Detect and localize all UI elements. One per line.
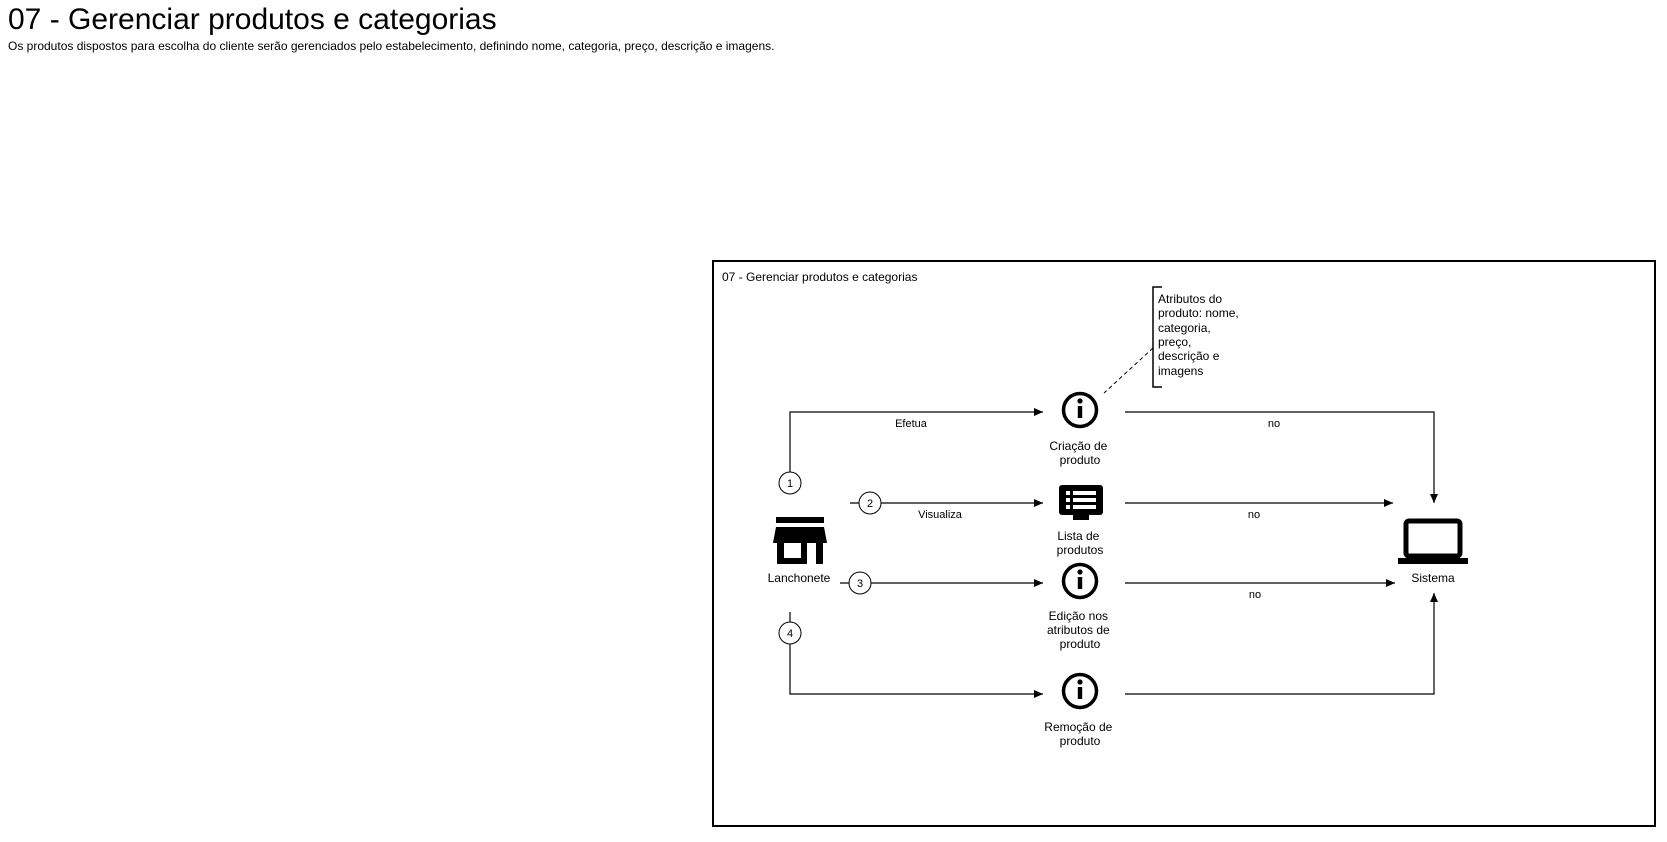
svg-text:3: 3 — [857, 578, 863, 590]
product-list-display-icon — [1059, 485, 1103, 520]
create-product-info-icon — [1061, 391, 1099, 429]
edit-product-info-icon — [1061, 562, 1099, 600]
edge-label-create-out: no — [1268, 418, 1280, 430]
annotation-connector — [1103, 347, 1154, 394]
step-badge-3: 3 — [848, 571, 872, 595]
svg-text:1: 1 — [787, 478, 793, 490]
edge-label-edit-out: no — [1249, 589, 1261, 601]
edge-remove-out — [1125, 593, 1438, 695]
edge-remove-in — [789, 612, 1043, 698]
step-badge-2: 2 — [858, 491, 882, 515]
svg-text:4: 4 — [787, 628, 793, 640]
edge-label-create-in: Efetua — [895, 418, 928, 430]
frame-title: 07 - Gerenciar produtos e categorias — [722, 270, 917, 284]
product-list-label: Lista de produtos — [1057, 529, 1104, 557]
step-badge-4: 4 — [778, 621, 802, 645]
flow-diagram: 07 - Gerenciar produtos e categorias Atr… — [712, 260, 1656, 827]
edge-label-list-out: no — [1248, 509, 1260, 521]
store-icon — [773, 517, 827, 564]
remove-product-info-icon — [1061, 672, 1099, 710]
edit-product-label: Edição nos atributos de produto — [1047, 609, 1113, 651]
create-product-label: Criação de produto — [1049, 439, 1110, 467]
actor-label: Lanchonete — [768, 571, 831, 585]
laptop-icon — [1398, 518, 1468, 564]
remove-product-label: Remoção de produto — [1044, 720, 1115, 748]
edge-label-list-in: Visualiza — [918, 509, 963, 521]
annotation: Atributos do produto: nome, categoria, p… — [1103, 286, 1242, 394]
annotation-text: Atributos do produto: nome, categoria, p… — [1158, 292, 1242, 378]
step-badge-1: 1 — [778, 471, 802, 495]
svg-text:2: 2 — [867, 498, 873, 510]
system-label: Sistema — [1411, 571, 1455, 585]
